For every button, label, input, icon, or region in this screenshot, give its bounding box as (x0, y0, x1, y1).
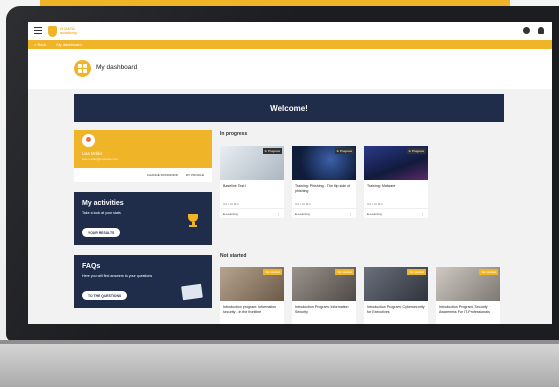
profile-header: Lisa Müller lisa.mueller@example.com (74, 130, 212, 168)
welcome-text: Welcome! (270, 103, 308, 113)
app-logo[interactable]: G DATA academy (48, 25, 77, 37)
status-badge: Not started (479, 269, 498, 275)
in-progress-label: In progress (220, 131, 248, 137)
faqs-subtitle: Here you will find answers to your quest… (82, 274, 153, 278)
laptop-base (0, 340, 559, 387)
course-card[interactable]: Not started Introduction Program: Cybers… (364, 267, 428, 324)
hamburger-menu-icon[interactable] (34, 27, 42, 35)
course-type: E-Learning (223, 212, 238, 216)
user-email: lisa.mueller@example.com (82, 157, 119, 161)
more-options-icon[interactable]: ⋮ (421, 212, 424, 216)
course-footer: E-Learning ⋮ (292, 208, 356, 218)
more-options-icon[interactable]: ⋮ (349, 212, 352, 216)
title-bar: My dashboard (28, 49, 552, 89)
notification-bell-icon[interactable] (538, 27, 544, 34)
logo-line-2: academy (60, 30, 78, 35)
profile-card: Lisa Müller lisa.mueller@example.com CHA… (74, 130, 212, 182)
course-title: Baseline Test I (223, 184, 247, 188)
app-bar: G DATA academy (28, 22, 552, 41)
course-meta: 0/4 | 10 Min (367, 202, 383, 206)
course-card[interactable]: In Progress Training: Phishing - The fli… (292, 146, 356, 218)
more-options-icon[interactable]: ⋮ (277, 212, 280, 216)
breadcrumb: < Back My dashboard (28, 40, 552, 49)
course-meta: 0/4 | 10 Min (295, 202, 311, 206)
course-card[interactable]: In Progress Baseline Test I 0/4 | 10 Min… (220, 146, 284, 218)
course-title: Introduction Program: Security Awareness… (439, 305, 490, 314)
your-results-button[interactable]: YOUR RESULTS (82, 228, 121, 237)
faq-board-icon (181, 283, 203, 301)
change-password-link[interactable]: CHANGE PASSWORD (147, 173, 178, 177)
not-started-label: Not started (220, 253, 247, 259)
status-badge: Not started (335, 269, 354, 275)
course-meta: 0/4 | 10 Min (223, 202, 239, 206)
my-profile-link[interactable]: MY PROFILE (186, 173, 204, 177)
course-card[interactable]: Not started Introduction Program: Securi… (436, 267, 500, 324)
app-screen: G DATA academy < Back My dashboard My da… (28, 22, 552, 324)
welcome-banner: Welcome! (74, 94, 504, 122)
activities-title: My activities (82, 200, 124, 207)
course-title: Introduction Program: Information Securi… (295, 305, 349, 314)
help-icon[interactable] (523, 27, 530, 34)
breadcrumb-current: My dashboard (56, 42, 82, 47)
status-badge: In Progress (334, 148, 354, 154)
avatar (82, 134, 95, 147)
activities-card: My activities Take a look at your stats … (74, 192, 212, 245)
status-badge: In Progress (406, 148, 426, 154)
status-badge: In Progress (262, 148, 282, 154)
course-title: Introduction program: Information securi… (223, 305, 277, 314)
course-card[interactable]: In Progress Training: Malware 0/4 | 10 M… (364, 146, 428, 218)
status-badge: Not started (407, 269, 426, 275)
course-card[interactable]: Not started Introduction program: Inform… (220, 267, 284, 324)
course-title: Training: Malware (367, 184, 396, 188)
course-footer: E-Learning ⋮ (220, 208, 284, 218)
user-name: Lisa Müller (82, 151, 103, 156)
course-title: Introduction Program: Cybersecurity for … (367, 305, 425, 314)
activities-subtitle: Take a look at your stats (82, 211, 121, 215)
to-the-questions-button[interactable]: TO THE QUESTIONS (82, 291, 128, 300)
faqs-title: FAQs (82, 263, 101, 270)
shield-logo-icon (48, 25, 57, 37)
laptop-base-lip (0, 340, 559, 344)
course-footer: E-Learning ⋮ (364, 208, 428, 218)
course-card[interactable]: Not started Introduction Program: Inform… (292, 267, 356, 324)
profile-actions: CHANGE PASSWORD MY PROFILE (74, 168, 212, 182)
course-type: E-Learning (367, 212, 382, 216)
course-title: Training: Phishing - The flip side of ph… (295, 184, 351, 193)
logo-text: G DATA academy (60, 26, 78, 35)
status-badge: Not started (263, 269, 282, 275)
back-link[interactable]: < Back (34, 42, 46, 47)
faqs-card: FAQs Here you will find answers to your … (74, 255, 212, 308)
trophy-icon (188, 214, 198, 228)
dashboard-icon (74, 60, 91, 77)
page-title: My dashboard (96, 64, 138, 71)
course-type: E-Learning (295, 212, 310, 216)
